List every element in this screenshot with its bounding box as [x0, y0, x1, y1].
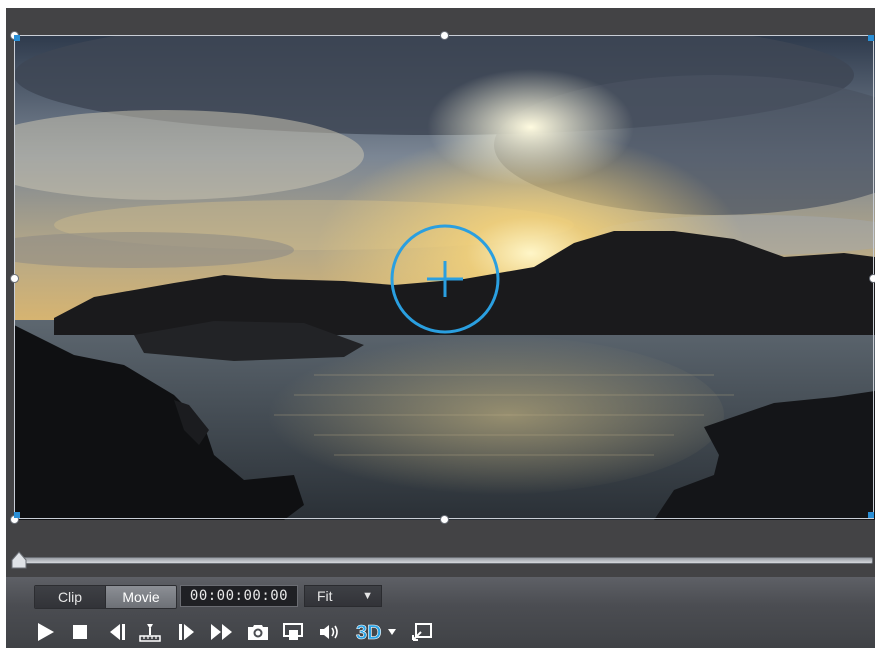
zoom-select[interactable]: Fit ▼: [304, 585, 382, 607]
zoom-select-value: Fit: [317, 588, 333, 604]
clip-mode-button[interactable]: Clip: [35, 586, 106, 608]
video-preview-window: Clip Movie 00:00:00:00 Fit ▼ 3D: [0, 0, 875, 648]
mode-toggle: Clip Movie: [34, 585, 177, 609]
resize-handle-top[interactable]: [440, 31, 449, 40]
fast-forward-icon[interactable]: [210, 621, 234, 643]
split-icon[interactable]: [138, 621, 162, 643]
corner-marker-top-right: [868, 35, 874, 41]
movie-mode-button[interactable]: Movie: [106, 586, 176, 608]
snapshot-icon[interactable]: [246, 621, 270, 643]
resize-handle-bottom[interactable]: [440, 515, 449, 524]
corner-marker-bottom-left: [14, 512, 20, 518]
enlarge-preview-icon[interactable]: [410, 621, 434, 643]
volume-icon[interactable]: [318, 621, 342, 643]
chevron-down-icon: ▼: [362, 590, 373, 602]
resize-handle-left[interactable]: [10, 274, 19, 283]
corner-marker-bottom-right: [868, 512, 874, 518]
3d-mode-icon[interactable]: 3D: [354, 621, 382, 643]
stop-icon[interactable]: [70, 621, 90, 643]
resize-handle-right[interactable]: [869, 274, 875, 283]
center-crosshair-icon[interactable]: [390, 224, 500, 334]
3d-label: 3D: [356, 622, 382, 643]
corner-marker-top-left: [14, 35, 20, 41]
display-mode-icon[interactable]: [282, 621, 306, 643]
timeline-scrubber[interactable]: [6, 545, 875, 577]
scrubber-thumb[interactable]: [11, 551, 27, 569]
play-icon[interactable]: [34, 621, 56, 643]
previous-frame-icon[interactable]: [106, 621, 128, 643]
next-frame-icon[interactable]: [176, 621, 198, 643]
3d-dropdown-icon[interactable]: [386, 621, 398, 643]
playback-controls: Clip Movie 00:00:00:00 Fit ▼ 3D: [6, 577, 875, 648]
timecode-field[interactable]: 00:00:00:00: [180, 585, 298, 607]
scrubber-track[interactable]: [16, 557, 873, 564]
